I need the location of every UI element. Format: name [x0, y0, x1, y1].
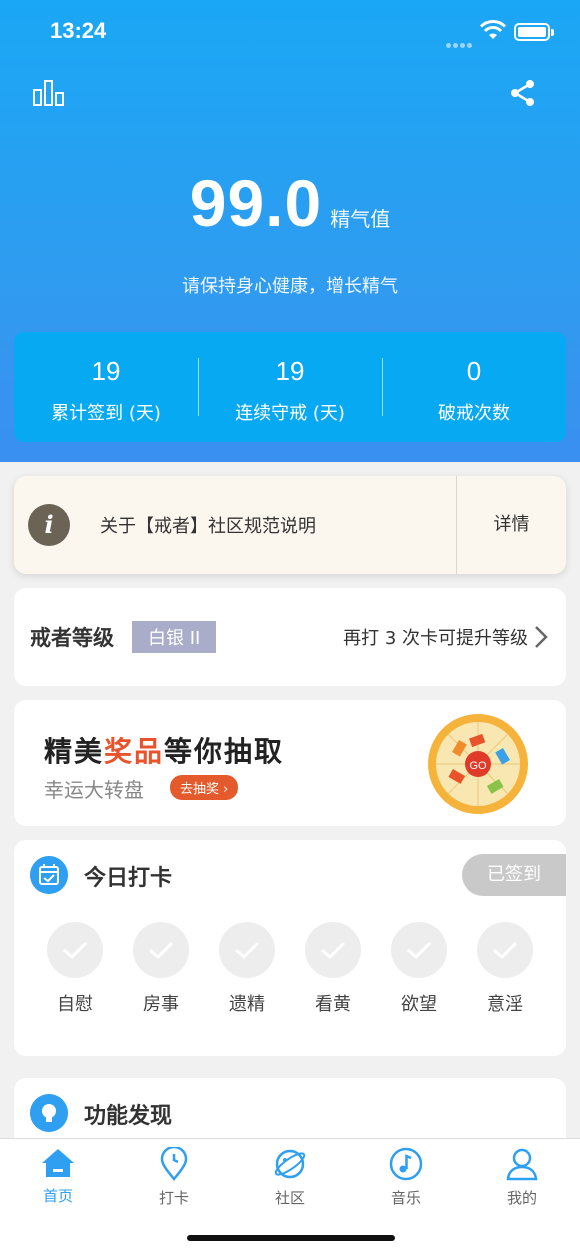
music-note-icon [389, 1147, 423, 1181]
tab-label: 打卡 [158, 1189, 189, 1207]
share-icon[interactable] [508, 78, 538, 108]
home-indicator[interactable] [187, 1235, 395, 1241]
check-icon [477, 922, 533, 978]
checkin-item[interactable]: 欲望 [376, 922, 462, 1016]
stat-value: 19 [275, 356, 305, 386]
prize-wheel-icon[interactable]: GO [426, 712, 530, 816]
info-icon: i [28, 504, 70, 546]
checkin-title: 今日打卡 [84, 866, 173, 891]
tab-label: 社区 [274, 1189, 305, 1207]
tab-label: 首页 [42, 1187, 73, 1205]
level-badge: 白银 II [132, 621, 217, 653]
status-time: 13:24 [50, 18, 107, 43]
checkin-card: 今日打卡 已签到 自慰 房事 遗精 看黄 欲望 意淫 [14, 840, 566, 1056]
checkin-item-label: 房事 [143, 994, 179, 1015]
lottery-title-part: 精美 [44, 735, 105, 768]
stat-streak: 19 连续守戒 (天) [198, 332, 382, 442]
check-icon [219, 922, 275, 978]
stat-value: 0 [466, 356, 482, 386]
signal-icon [446, 33, 474, 48]
lottery-title: 精美奖品等你抽取 [44, 730, 284, 770]
stat-value: 19 [91, 356, 121, 386]
lightbulb-icon [30, 1094, 68, 1132]
checkin-status-button[interactable]: 已签到 [462, 854, 566, 896]
tab-home[interactable]: 首页 [0, 1139, 116, 1255]
score-unit: 精气值 [330, 207, 391, 231]
stats-panel: 19 累计签到 (天) 19 连续守戒 (天) 0 破戒次数 [14, 332, 566, 442]
wheel-center-label: GO [469, 760, 487, 772]
tab-label: 音乐 [390, 1189, 421, 1207]
level-title: 戒者等级 [30, 626, 114, 650]
stat-label: 连续守戒 (天) [235, 403, 345, 424]
calendar-icon [30, 856, 68, 894]
lottery-button[interactable]: 去抽奖 › [170, 775, 239, 800]
checkin-item[interactable]: 意淫 [462, 922, 548, 1016]
planet-icon [274, 1149, 306, 1179]
hero-header: 13:24 99.0 精气值 请保持身心健康，增长精气 19 累计签到 (天) … [0, 0, 580, 462]
checkin-item[interactable]: 房事 [118, 922, 204, 1016]
stat-label: 累计签到 (天) [51, 403, 161, 424]
check-icon [305, 922, 361, 978]
checkin-item-label: 意淫 [487, 994, 523, 1015]
status-bar: 13:24 [0, 0, 580, 64]
tab-profile[interactable]: 我的 [464, 1139, 580, 1255]
wifi-icon [480, 20, 506, 39]
checkin-item[interactable]: 看黄 [290, 922, 376, 1016]
lottery-title-highlight: 奖品 [104, 735, 165, 768]
checkin-item[interactable]: 自慰 [32, 922, 118, 1016]
checkin-item-label: 看黄 [315, 994, 351, 1015]
location-pin-icon [160, 1145, 188, 1181]
check-icon [133, 922, 189, 978]
checkin-item-label: 自慰 [57, 994, 93, 1015]
checkin-items: 自慰 房事 遗精 看黄 欲望 意淫 [32, 922, 548, 1016]
battery-icon [514, 23, 554, 41]
community-notice[interactable]: i 关于【戒者】社区规范说明 详情 [14, 476, 566, 574]
checkin-item[interactable]: 遗精 [204, 922, 290, 1016]
lottery-title-part: 等你抽取 [164, 735, 285, 768]
home-screen: 13:24 99.0 精气值 请保持身心健康，增长精气 19 累计签到 (天) … [0, 0, 580, 1255]
stat-total-checkins: 19 累计签到 (天) [14, 332, 198, 442]
level-hint: 再打 3 次卡可提升等级 [343, 628, 528, 649]
level-card[interactable]: 戒者等级 白银 II 再打 3 次卡可提升等级 [14, 588, 566, 686]
lottery-button-label: 去抽奖 [180, 782, 220, 797]
chevron-right-icon [535, 626, 548, 648]
stat-label: 破戒次数 [438, 403, 510, 424]
checkin-item-label: 遗精 [229, 994, 265, 1015]
check-icon [391, 922, 447, 978]
check-icon [47, 922, 103, 978]
discover-title: 功能发现 [84, 1104, 173, 1129]
hero-tip: 请保持身心健康，增长精气 [182, 276, 398, 297]
chart-icon[interactable] [32, 78, 66, 108]
notice-detail-button[interactable]: 详情 [456, 476, 566, 574]
home-icon [42, 1149, 74, 1177]
tab-label: 我的 [506, 1189, 537, 1207]
checkin-item-label: 欲望 [401, 994, 437, 1015]
user-icon [506, 1148, 538, 1181]
lottery-subtitle: 幸运大转盘 [44, 778, 144, 802]
score-value: 99.0 [189, 166, 323, 240]
lottery-card[interactable]: 精美奖品等你抽取 幸运大转盘 去抽奖 › GO [14, 700, 566, 826]
stat-relapses: 0 破戒次数 [382, 332, 566, 442]
notice-text: 关于【戒者】社区规范说明 [100, 516, 316, 537]
score-display: 99.0 精气值 [0, 165, 580, 241]
